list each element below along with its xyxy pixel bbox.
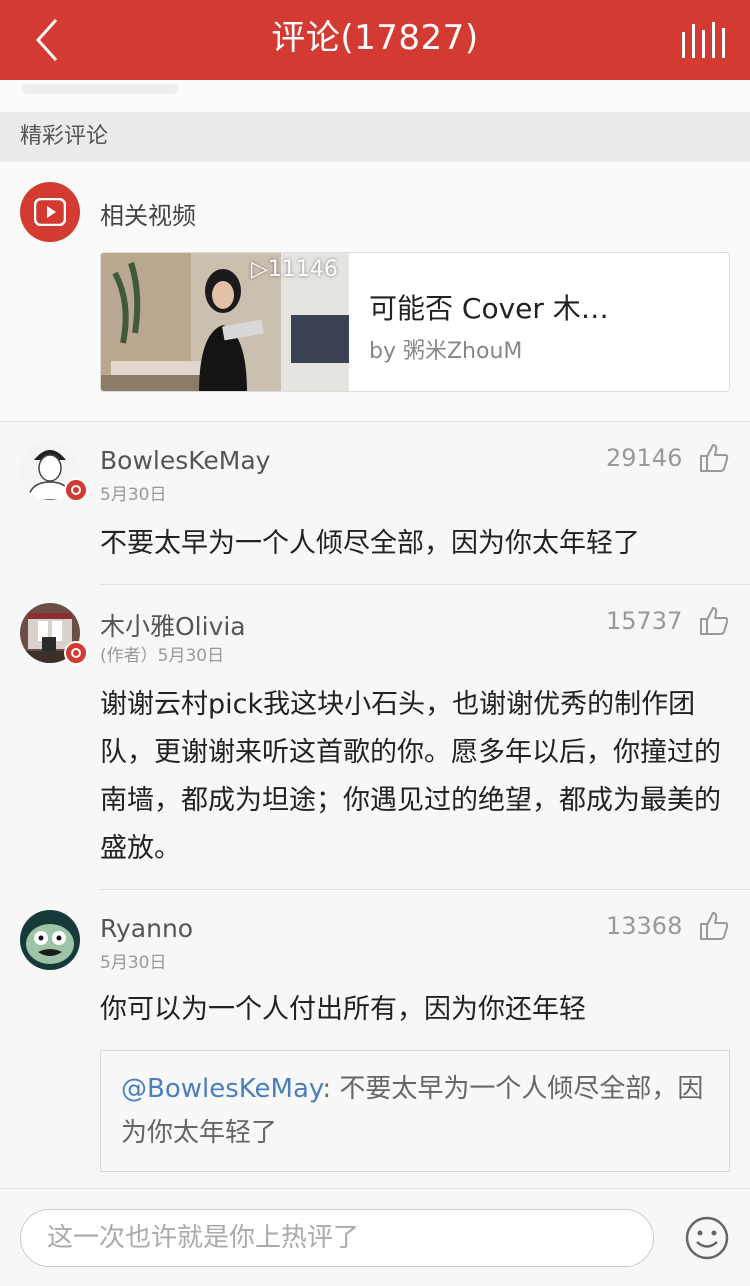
comment-text: 你可以为一个人付出所有，因为你还年轻	[100, 994, 586, 1025]
related-video-label: 相关视频	[100, 202, 196, 230]
music-badge-icon	[64, 641, 88, 665]
comment-text: 谢谢云村pick我这块小石头，也谢谢优秀的制作团队，更谢谢来听这首歌的你。愿多年…	[100, 689, 721, 864]
video-play-icon	[20, 182, 80, 242]
comment-text: 不要太早为一个人倾尽全部，因为你太年轻了	[100, 528, 640, 559]
thumbs-up-icon	[700, 607, 729, 635]
video-play-count: ▷11146	[251, 257, 338, 282]
comment-date: 5月30日	[100, 485, 167, 505]
now-playing-button[interactable]	[676, 20, 728, 62]
comment-item: BowlesKeMay 5月30日 29146 不要太早为一个人倾尽全部，因为你…	[0, 422, 750, 584]
top-bar: 评论(17827)	[0, 0, 750, 80]
section-header: 精彩评论	[0, 112, 750, 162]
comment-username[interactable]: BowlesKeMay	[100, 446, 270, 475]
like-count: 13368	[606, 912, 683, 940]
related-video-section: 相关视频 ▷11146 可能否 Cover 木… by 粥米ZhouM	[0, 162, 750, 422]
like-count: 15737	[606, 607, 683, 635]
video-title: 可能否 Cover 木…	[369, 292, 609, 325]
related-video-card[interactable]: ▷11146 可能否 Cover 木… by 粥米ZhouM	[100, 252, 730, 392]
comment-item: 木小雅Olivia (作者）5月30日 15737 谢谢云村pick我这块小石头…	[0, 585, 750, 889]
video-author: by 粥米ZhouM	[369, 339, 523, 364]
thumbs-up-icon	[700, 912, 729, 940]
like-button[interactable]: 13368	[606, 910, 730, 944]
comment-input[interactable]	[20, 1209, 654, 1267]
comment-date: 5月30日	[100, 953, 167, 973]
like-count: 29146	[606, 444, 683, 472]
emoji-smile-icon	[685, 1216, 729, 1260]
comment-date: (作者）5月30日	[100, 646, 225, 666]
video-thumbnail: ▷11146	[101, 253, 349, 391]
playing-bars-icon	[682, 22, 725, 58]
emoji-button[interactable]	[684, 1215, 730, 1261]
like-button[interactable]: 15737	[606, 605, 730, 639]
avatar[interactable]	[20, 910, 80, 970]
like-button[interactable]: 29146	[606, 442, 730, 476]
mention-link[interactable]: @BowlesKeMay	[121, 1074, 322, 1104]
comment-username[interactable]: Ryanno	[100, 914, 193, 943]
comment-username[interactable]: 木小雅Olivia	[100, 607, 246, 643]
page-title: 评论(17827)	[271, 18, 479, 58]
previous-content-strip	[0, 80, 750, 112]
comment-bar	[0, 1188, 750, 1286]
thumbs-up-icon	[700, 444, 729, 472]
quoted-reply[interactable]: @BowlesKeMay: 不要太早为一个人倾尽全部，因为你太年轻了	[100, 1050, 730, 1172]
music-badge-icon	[64, 478, 88, 502]
